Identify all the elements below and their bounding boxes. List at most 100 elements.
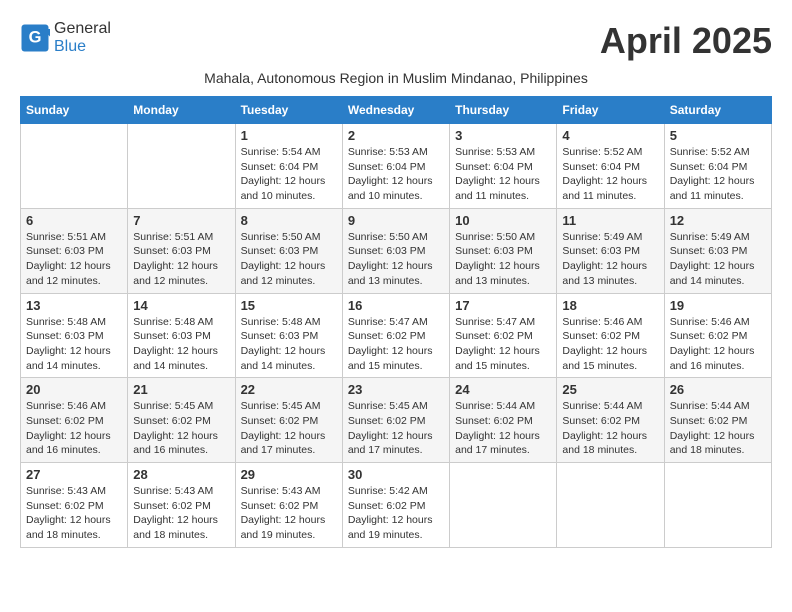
day-number: 20 (26, 382, 122, 397)
day-cell: 15Sunrise: 5:48 AMSunset: 6:03 PMDayligh… (235, 293, 342, 378)
day-info: Sunrise: 5:45 AMSunset: 6:02 PMDaylight:… (133, 399, 229, 458)
day-info: Sunrise: 5:43 AMSunset: 6:02 PMDaylight:… (241, 484, 337, 543)
day-info: Sunrise: 5:51 AMSunset: 6:03 PMDaylight:… (26, 230, 122, 289)
day-number: 5 (670, 128, 766, 143)
day-info: Sunrise: 5:43 AMSunset: 6:02 PMDaylight:… (133, 484, 229, 543)
day-number: 22 (241, 382, 337, 397)
weekday-header-friday: Friday (557, 97, 664, 124)
day-cell: 25 Sunrise: 5:44 AMSunset: 6:02 PMDayligh… (557, 378, 664, 463)
day-cell: 6 Sunrise: 5:51 AMSunset: 6:03 PMDaylight… (21, 208, 128, 293)
day-info: Sunrise: 5:52 AMSunset: 6:04 PMDaylight:… (670, 145, 766, 204)
day-number: 17 (455, 298, 551, 313)
day-info: Sunrise: 5:51 AMSunset: 6:03 PMDaylight:… (133, 230, 229, 289)
svg-text:G: G (29, 29, 42, 47)
logo-icon: G (20, 23, 50, 53)
day-cell: 19 Sunrise: 5:46 AMSunset: 6:02 PMDayligh… (664, 293, 771, 378)
day-number: 21 (133, 382, 229, 397)
day-number: 14 (133, 298, 229, 313)
day-info: Sunrise: 5:46 AMSunset: 6:02 PMDaylight:… (562, 315, 658, 374)
day-cell: 17 Sunrise: 5:47 AMSunset: 6:02 PMDayligh… (450, 293, 557, 378)
day-info: Sunrise: 5:50 AMSunset: 6:03 PMDaylight:… (455, 230, 551, 289)
day-cell: 16 Sunrise: 5:47 AMSunset: 6:02 PMDayligh… (342, 293, 449, 378)
day-info: Sunrise: 5:44 AMSunset: 6:02 PMDaylight:… (562, 399, 658, 458)
day-number: 11 (562, 213, 658, 228)
day-number: 28 (133, 467, 229, 482)
day-cell: 29Sunrise: 5:43 AMSunset: 6:02 PMDayligh… (235, 463, 342, 548)
day-cell: 22 Sunrise: 5:45 AMSunset: 6:02 PMDayligh… (235, 378, 342, 463)
day-number: 27 (26, 467, 122, 482)
day-info: Sunrise: 5:42 AMSunset: 6:02 PMDaylight:… (348, 484, 444, 543)
day-cell (128, 124, 235, 209)
day-number: 3 (455, 128, 551, 143)
day-info: Sunrise: 5:50 AMSunset: 6:03 PMDaylight:… (241, 230, 337, 289)
month-title: April 2025 (600, 20, 772, 62)
day-number: 23 (348, 382, 444, 397)
day-number: 8 (241, 213, 337, 228)
day-cell: 7 Sunrise: 5:51 AMSunset: 6:03 PMDaylight… (128, 208, 235, 293)
day-info: Sunrise: 5:45 AMSunset: 6:02 PMDaylight:… (241, 399, 337, 458)
day-info: Sunrise: 5:46 AMSunset: 6:02 PMDaylight:… (670, 315, 766, 374)
logo-blue: Blue (54, 38, 86, 55)
day-cell: 18 Sunrise: 5:46 AMSunset: 6:02 PMDayligh… (557, 293, 664, 378)
day-cell: 30Sunrise: 5:42 AMSunset: 6:02 PMDayligh… (342, 463, 449, 548)
header: G General Blue April 2025 (20, 20, 772, 62)
day-number: 9 (348, 213, 444, 228)
subtitle: Mahala, Autonomous Region in Muslim Mind… (20, 70, 772, 86)
day-number: 13 (26, 298, 122, 313)
day-number: 19 (670, 298, 766, 313)
week-row-4: 20 Sunrise: 5:46 AMSunset: 6:02 PMDayligh… (21, 378, 772, 463)
day-number: 25 (562, 382, 658, 397)
day-number: 16 (348, 298, 444, 313)
weekday-header-row: SundayMondayTuesdayWednesdayThursdayFrid… (21, 97, 772, 124)
day-cell: 27 Sunrise: 5:43 AMSunset: 6:02 PMDayligh… (21, 463, 128, 548)
weekday-header-wednesday: Wednesday (342, 97, 449, 124)
calendar: SundayMondayTuesdayWednesdayThursdayFrid… (20, 96, 772, 548)
day-cell: 26 Sunrise: 5:44 AMSunset: 6:02 PMDayligh… (664, 378, 771, 463)
day-info: Sunrise: 5:44 AMSunset: 6:02 PMDaylight:… (670, 399, 766, 458)
week-row-5: 27 Sunrise: 5:43 AMSunset: 6:02 PMDayligh… (21, 463, 772, 548)
day-cell: 1Sunrise: 5:54 AMSunset: 6:04 PMDaylight… (235, 124, 342, 209)
day-cell: 13 Sunrise: 5:48 AMSunset: 6:03 PMDayligh… (21, 293, 128, 378)
day-cell: 24Sunrise: 5:44 AMSunset: 6:02 PMDayligh… (450, 378, 557, 463)
day-info: Sunrise: 5:50 AMSunset: 6:03 PMDaylight:… (348, 230, 444, 289)
day-number: 26 (670, 382, 766, 397)
day-number: 6 (26, 213, 122, 228)
day-number: 7 (133, 213, 229, 228)
day-number: 18 (562, 298, 658, 313)
day-number: 24 (455, 382, 551, 397)
logo-general: General (54, 20, 111, 37)
day-cell (450, 463, 557, 548)
day-cell: 9 Sunrise: 5:50 AMSunset: 6:03 PMDaylight… (342, 208, 449, 293)
day-cell: 11Sunrise: 5:49 AMSunset: 6:03 PMDayligh… (557, 208, 664, 293)
weekday-header-tuesday: Tuesday (235, 97, 342, 124)
week-row-2: 6 Sunrise: 5:51 AMSunset: 6:03 PMDaylight… (21, 208, 772, 293)
day-cell (21, 124, 128, 209)
day-number: 4 (562, 128, 658, 143)
day-info: Sunrise: 5:45 AMSunset: 6:02 PMDaylight:… (348, 399, 444, 458)
day-info: Sunrise: 5:43 AMSunset: 6:02 PMDaylight:… (26, 484, 122, 543)
day-info: Sunrise: 5:48 AMSunset: 6:03 PMDaylight:… (26, 315, 122, 374)
day-info: Sunrise: 5:47 AMSunset: 6:02 PMDaylight:… (455, 315, 551, 374)
day-cell (557, 463, 664, 548)
day-cell: 3Sunrise: 5:53 AMSunset: 6:04 PMDaylight… (450, 124, 557, 209)
day-cell: 28 Sunrise: 5:43 AMSunset: 6:02 PMDayligh… (128, 463, 235, 548)
day-cell: 20 Sunrise: 5:46 AMSunset: 6:02 PMDayligh… (21, 378, 128, 463)
day-info: Sunrise: 5:46 AMSunset: 6:02 PMDaylight:… (26, 399, 122, 458)
day-info: Sunrise: 5:47 AMSunset: 6:02 PMDaylight:… (348, 315, 444, 374)
week-row-1: 1Sunrise: 5:54 AMSunset: 6:04 PMDaylight… (21, 124, 772, 209)
day-cell: 10Sunrise: 5:50 AMSunset: 6:03 PMDayligh… (450, 208, 557, 293)
day-info: Sunrise: 5:53 AMSunset: 6:04 PMDaylight:… (348, 145, 444, 204)
day-cell: 21 Sunrise: 5:45 AMSunset: 6:02 PMDayligh… (128, 378, 235, 463)
weekday-header-sunday: Sunday (21, 97, 128, 124)
week-row-3: 13 Sunrise: 5:48 AMSunset: 6:03 PMDayligh… (21, 293, 772, 378)
day-number: 1 (241, 128, 337, 143)
logo-text: General Blue (54, 20, 111, 56)
day-info: Sunrise: 5:52 AMSunset: 6:04 PMDaylight:… (562, 145, 658, 204)
day-number: 2 (348, 128, 444, 143)
day-cell: 8 Sunrise: 5:50 AMSunset: 6:03 PMDaylight… (235, 208, 342, 293)
day-cell: 5 Sunrise: 5:52 AMSunset: 6:04 PMDaylight… (664, 124, 771, 209)
day-info: Sunrise: 5:48 AMSunset: 6:03 PMDaylight:… (133, 315, 229, 374)
day-info: Sunrise: 5:48 AMSunset: 6:03 PMDaylight:… (241, 315, 337, 374)
day-cell: 23 Sunrise: 5:45 AMSunset: 6:02 PMDayligh… (342, 378, 449, 463)
weekday-header-monday: Monday (128, 97, 235, 124)
